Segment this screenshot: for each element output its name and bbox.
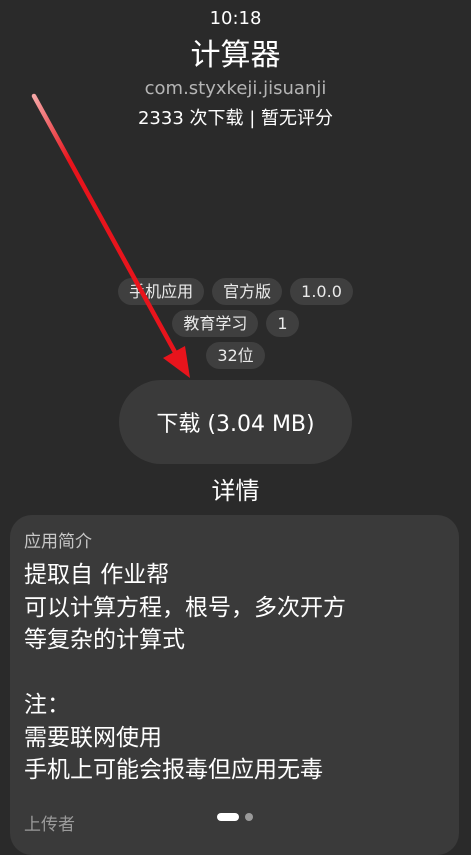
status-time: 10:18	[209, 8, 262, 29]
tags-row-2: 教育学习 1	[0, 310, 471, 337]
intro-card: 应用简介 提取自 作业帮 可以计算方程，根号，多次开方 等复杂的计算式 注： 需…	[10, 515, 459, 855]
intro-card-title: 应用简介	[24, 532, 92, 552]
uploader-label: 上传者	[24, 815, 75, 835]
app-title: 计算器	[190, 38, 281, 73]
page-indicator	[217, 813, 253, 821]
tag-genre[interactable]: 教育学习	[172, 310, 259, 337]
tags-row-3: 32位	[0, 342, 471, 369]
tag-arch[interactable]: 32位	[206, 342, 265, 369]
tag-version[interactable]: 1.0.0	[290, 278, 353, 305]
tag-number[interactable]: 1	[266, 310, 299, 337]
download-stats: 2333 次下载 | 暂无评分	[137, 108, 334, 129]
page-dot	[245, 813, 253, 821]
details-tab[interactable]: 详情	[0, 471, 471, 506]
intro-description: 提取自 作业帮 可以计算方程，根号，多次开方 等复杂的计算式 注： 需要联网使用…	[24, 562, 346, 783]
page-dot-active	[217, 813, 239, 821]
tag-category[interactable]: 手机应用	[118, 278, 205, 305]
package-name: com.styxkeji.jisuanji	[144, 78, 327, 99]
tags-row-1: 手机应用 官方版 1.0.0	[0, 278, 471, 305]
download-button[interactable]: 下载 (3.04 MB)	[119, 380, 352, 464]
tag-edition[interactable]: 官方版	[212, 278, 283, 305]
